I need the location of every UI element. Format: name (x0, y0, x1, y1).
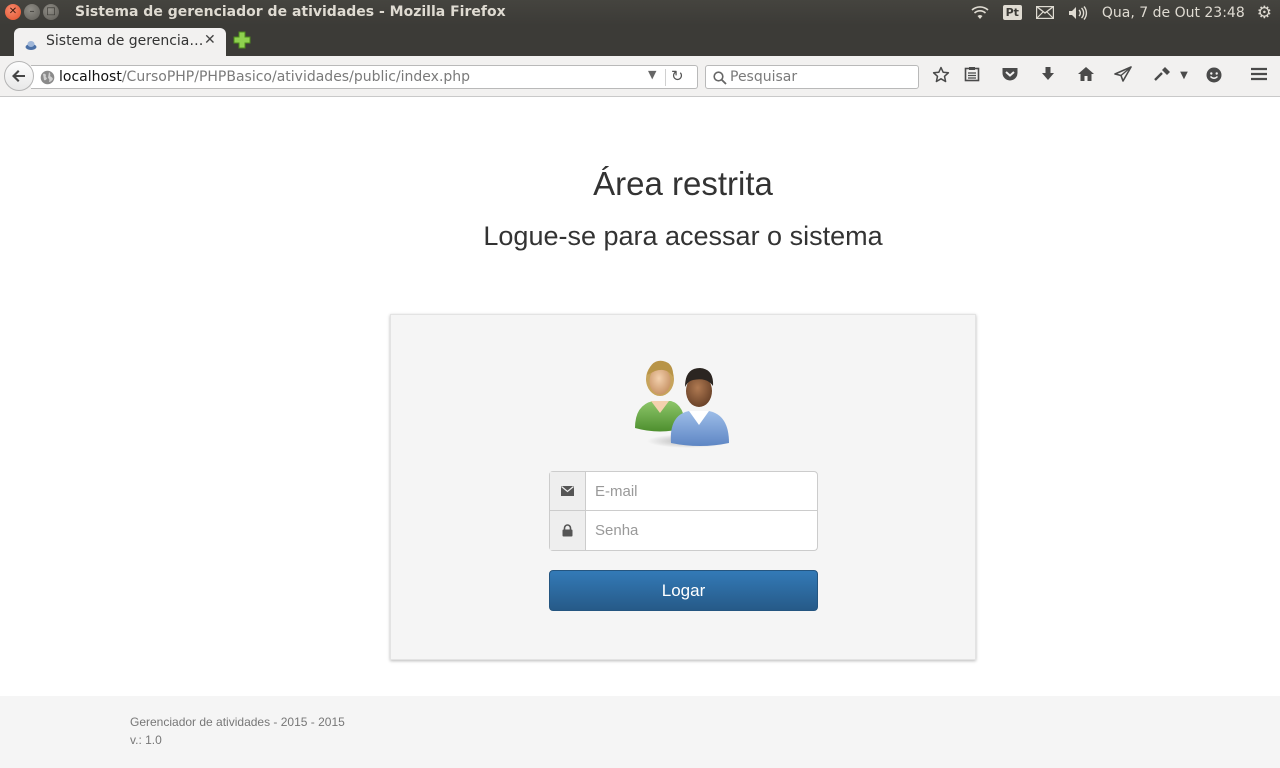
menu-icon[interactable] (1249, 66, 1269, 86)
favicon-icon (25, 36, 37, 50)
users-icon (633, 353, 733, 449)
bookmark-star-icon[interactable] (931, 66, 951, 86)
url-host: localhost (59, 69, 122, 85)
url-bar[interactable]: localhost/CursoPHP/PHPBasico/atividades/… (31, 65, 698, 89)
footer: Gerenciador de atividades - 2015 - 2015 … (0, 696, 1280, 768)
lock-icon (550, 511, 586, 550)
envelope-icon (550, 472, 586, 510)
email-input-group (549, 471, 818, 511)
window-minimize-button[interactable]: – (24, 4, 40, 20)
email-input[interactable] (587, 472, 815, 510)
password-input[interactable] (587, 511, 815, 550)
download-icon[interactable] (1038, 66, 1058, 86)
volume-icon[interactable] (1068, 5, 1088, 20)
navigation-toolbar: localhost/CursoPHP/PHPBasico/atividades/… (0, 56, 1280, 97)
hello-chat-icon[interactable] (1204, 66, 1224, 86)
password-input-group (549, 511, 818, 551)
developer-tools-icon[interactable] (1152, 66, 1172, 86)
url-text[interactable]: localhost/CursoPHP/PHPBasico/atividades/… (59, 69, 470, 85)
globe-icon[interactable] (40, 70, 55, 85)
gear-icon[interactable]: ⚙ (1257, 3, 1272, 23)
url-path: /CursoPHP/PHPBasico/atividades/public/in… (121, 69, 471, 85)
reading-list-icon[interactable] (962, 66, 982, 86)
tab-strip: Sistema de gerencia… ✕ (0, 25, 1280, 56)
tab-label: Sistema de gerencia… (46, 33, 204, 49)
clock[interactable]: Qua, 7 de Out 23:48 (1102, 5, 1245, 21)
page-content: Área restrita Logue-se para acessar o si… (0, 97, 1280, 768)
chevron-down-icon[interactable]: ▼ (1174, 66, 1194, 86)
login-panel: Logar (390, 314, 976, 660)
reload-icon[interactable]: ↻ (671, 67, 684, 85)
window-maximize-button[interactable]: □ (43, 4, 59, 20)
mail-icon[interactable] (1035, 6, 1054, 19)
share-icon[interactable] (1113, 66, 1133, 86)
home-icon[interactable] (1076, 66, 1096, 86)
tab-close-icon[interactable]: ✕ (204, 32, 216, 48)
system-tray: Pt Qua, 7 de Out 23:48 ⚙ (971, 0, 1280, 25)
back-button[interactable] (4, 61, 34, 91)
search-input[interactable] (730, 67, 914, 87)
footer-version: v.: 1.0 (130, 733, 162, 747)
window-title: Sistema de gerenciador de atividades - M… (75, 4, 506, 20)
footer-app-name: Gerenciador de atividades - 2015 - 2015 (130, 715, 345, 729)
search-icon (713, 70, 727, 85)
url-divider (665, 69, 666, 86)
page-title: Área restrita (593, 165, 773, 202)
window-titlebar: ✕ – □ Sistema de gerenciador de atividad… (0, 0, 1280, 25)
url-history-dropdown-icon[interactable]: ▼ (648, 68, 656, 81)
window-close-button[interactable]: ✕ (5, 4, 21, 20)
tab-active[interactable]: Sistema de gerencia… ✕ (14, 28, 226, 56)
pocket-icon[interactable] (1000, 66, 1020, 86)
page-subtitle: Logue-se para acessar o sistema (483, 221, 883, 251)
search-bar[interactable] (705, 65, 919, 89)
wifi-icon[interactable] (971, 5, 989, 20)
login-button[interactable]: Logar (549, 570, 818, 611)
keyboard-layout-indicator[interactable]: Pt (1002, 5, 1022, 20)
new-tab-icon[interactable] (233, 31, 251, 49)
